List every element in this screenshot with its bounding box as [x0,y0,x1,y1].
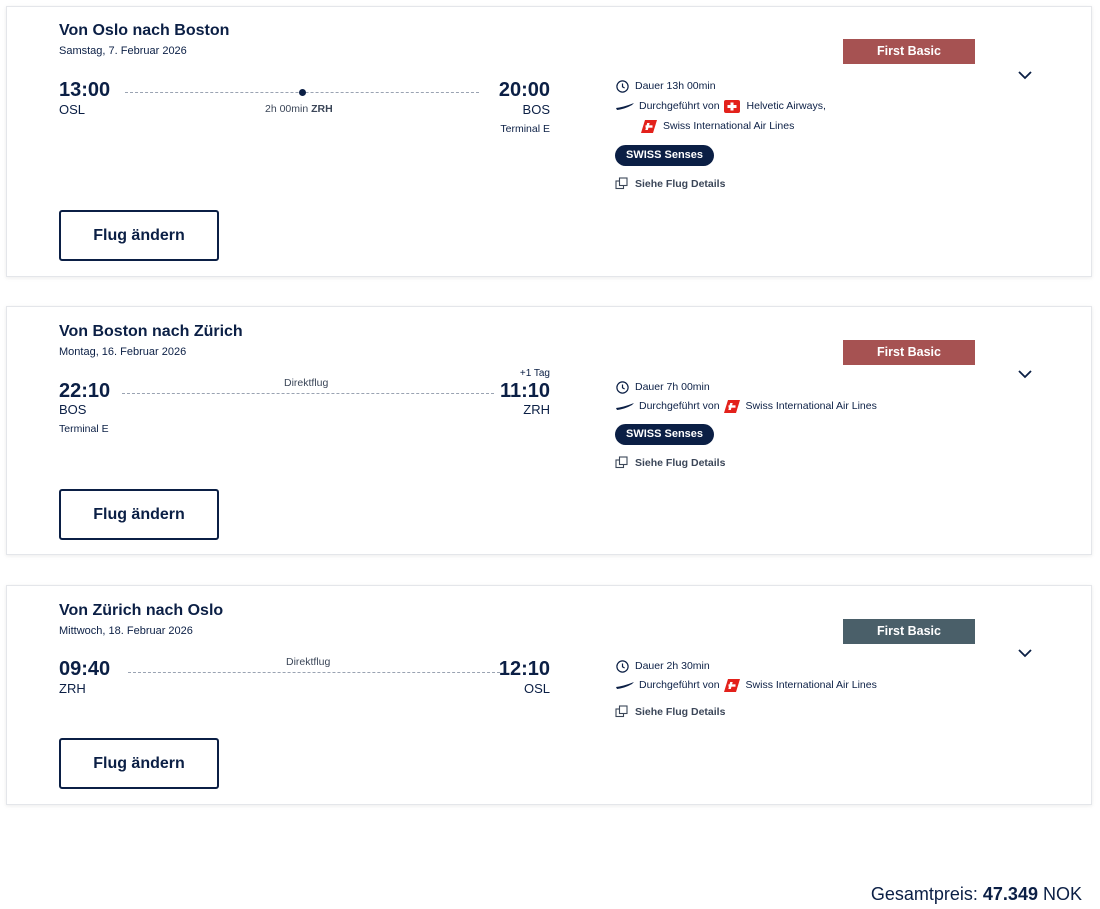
departure-time: 13:00 [59,79,111,101]
fare-badge: First Basic [843,619,975,644]
total-amount: 47.349 [982,884,1038,904]
duration-text: Dauer 13h 00min [635,80,716,92]
change-flight-button[interactable]: Flug ändern [59,489,219,540]
total-currency: NOK [1042,884,1082,904]
direct-flight-label: Direktflug [286,656,331,668]
route-line [122,393,494,394]
duration-text: Dauer 7h 00min [635,381,710,393]
flight-card-2: Von Boston nach Zürich Montag, 16. Febru… [6,306,1092,555]
arrival-time: 20:00 [498,79,550,101]
change-flight-button[interactable]: Flug ändern [59,738,219,789]
operated-by-row-2: Swiss International Air Lines [637,120,795,133]
arrival-airport: BOS [522,102,550,117]
change-flight-button[interactable]: Flug ändern [59,210,219,261]
clock-icon [615,79,629,93]
flight-card-1: Von Oslo nach Boston Samstag, 7. Februar… [6,6,1092,277]
arrival-airport: OSL [523,681,550,696]
details-label: Siehe Flug Details [635,178,726,190]
external-details-icon [615,705,629,719]
departure-terminal: Terminal E [59,423,109,435]
duration-row: Dauer 7h 00min [615,380,710,394]
swiss-flag-icon [723,679,740,692]
plane-icon [615,678,635,692]
plane-icon [615,399,635,413]
carrier-name: Helvetic Airways, [746,100,826,112]
details-label: Siehe Flug Details [635,706,726,718]
external-details-icon [615,456,629,470]
departure-time: 22:10 [59,380,111,402]
clock-icon [615,659,629,673]
carrier-name: Swiss International Air Lines [745,400,877,412]
chevron-down-icon[interactable] [1017,366,1033,379]
departure-time: 09:40 [59,658,111,680]
carrier-name: Swiss International Air Lines [663,120,795,132]
flight-date: Samstag, 7. Februar 2026 [59,45,187,57]
carrier-name: Swiss International Air Lines [745,679,877,691]
plus-day-label: +1 Tag [519,368,550,379]
flight-card-3: Von Zürich nach Oslo Mittwoch, 18. Febru… [6,585,1092,805]
stopover-airport: ZRH [311,103,333,115]
helvetic-flag-icon [723,99,740,113]
operated-by-label: Durchgeführt von [639,400,720,412]
arrival-airport: ZRH [523,402,550,417]
direct-flight-label: Direktflug [284,377,329,389]
swiss-flag-icon [723,400,740,413]
flight-title: Von Zürich nach Oslo [59,602,224,619]
plane-icon [615,99,635,113]
operated-by-row: Durchgeführt von Swiss International Air… [615,678,877,692]
total-label: Gesamtpreis: [870,884,978,904]
stopover-info: 2h 00min ZRH [265,103,333,115]
flight-title: Von Oslo nach Boston [59,22,230,39]
duration-row: Dauer 2h 30min [615,659,710,673]
fare-badge: First Basic [843,340,975,365]
chevron-down-icon[interactable] [1017,645,1033,658]
route-line [128,672,500,673]
total-price: Gesamtpreis: 47.349 NOK [871,884,1082,905]
flight-details-link[interactable]: Siehe Flug Details [615,705,725,719]
arrival-time: 12:10 [498,658,550,680]
external-details-icon [615,177,629,191]
flight-title: Von Boston nach Zürich [59,323,243,340]
swiss-senses-badge: SWISS Senses [615,145,715,166]
stopover-duration: 2h 00min [265,103,309,115]
swiss-flag-icon [641,120,657,133]
departure-airport: OSL [59,102,86,117]
flight-date: Mittwoch, 18. Februar 2026 [59,625,193,637]
stopover-dot [299,89,306,96]
operated-by-label: Durchgeführt von [639,100,720,112]
chevron-down-icon[interactable] [1017,67,1033,80]
operated-by-label: Durchgeführt von [639,679,720,691]
duration-text: Dauer 2h 30min [635,660,710,672]
flight-details-link[interactable]: Siehe Flug Details [615,177,725,191]
operated-by-row: Durchgeführt von Helvetic Airways, [615,99,826,113]
arrival-terminal: Terminal E [500,123,550,135]
details-label: Siehe Flug Details [635,457,726,469]
flight-date: Montag, 16. Februar 2026 [59,346,187,358]
departure-airport: ZRH [59,681,86,696]
fare-badge: First Basic [843,39,975,64]
swiss-senses-badge: SWISS Senses [615,424,715,445]
duration-row: Dauer 13h 00min [615,79,716,93]
clock-icon [615,380,629,394]
arrival-time: 11:10 [499,380,550,402]
flight-details-link[interactable]: Siehe Flug Details [615,456,725,470]
departure-airport: BOS [59,402,87,417]
operated-by-row: Durchgeführt von Swiss International Air… [615,399,877,413]
